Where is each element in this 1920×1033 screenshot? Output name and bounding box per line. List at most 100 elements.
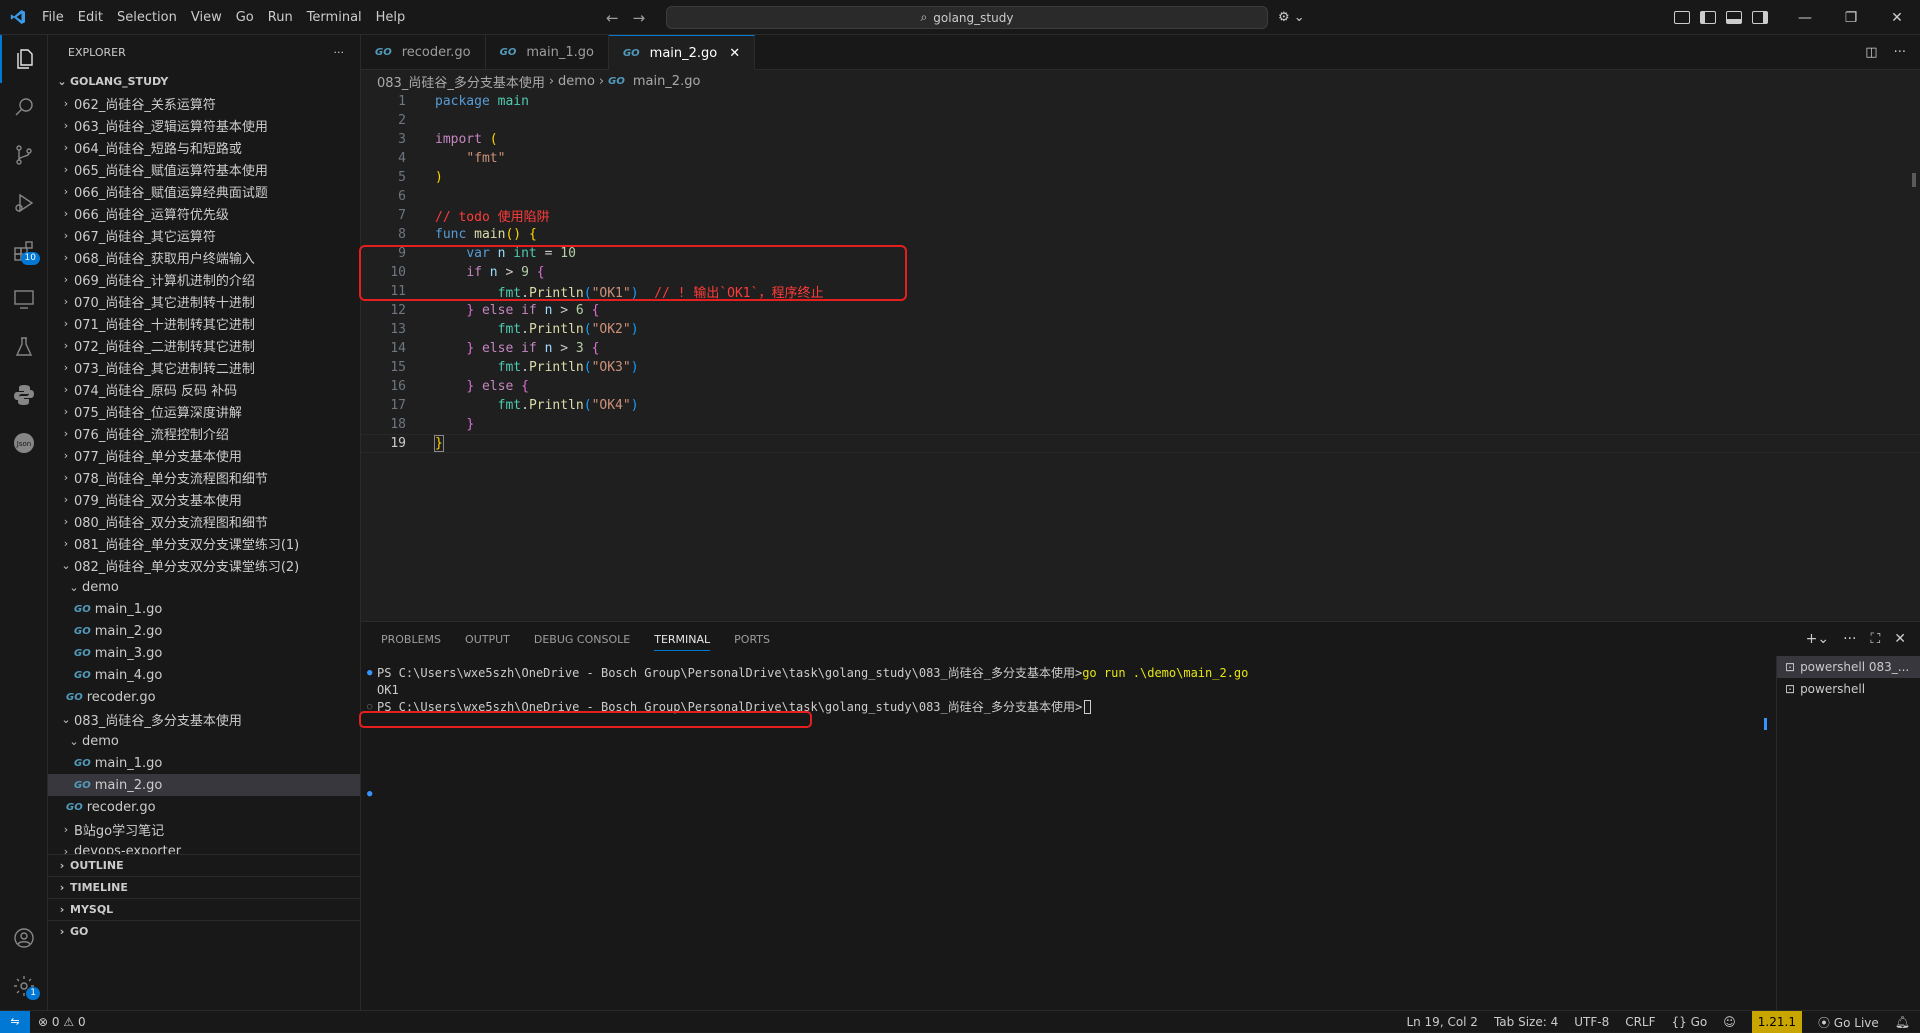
editor-more-icon[interactable]: ··· bbox=[1894, 45, 1906, 60]
search-view-icon[interactable] bbox=[0, 83, 48, 131]
notifications-bell-icon[interactable]: 🔔︎ bbox=[1895, 1015, 1910, 1029]
customize-layout-icon[interactable] bbox=[1674, 11, 1690, 24]
tree-item[interactable]: › 080_尚硅谷_双分支流程图和细节 bbox=[48, 510, 360, 532]
terminal-item-powershell-1[interactable]: ⊡ powershell 083_... bbox=[1777, 656, 1920, 678]
json-icon[interactable]: Json bbox=[0, 419, 48, 467]
tree-item[interactable]: ⌄ 082_尚硅谷_单分支双分支课堂练习(2) bbox=[48, 554, 360, 576]
accounts-icon[interactable] bbox=[0, 914, 48, 962]
panel-more-icon[interactable]: ··· bbox=[1843, 631, 1856, 647]
tab-ports[interactable]: PORTS bbox=[734, 633, 770, 646]
tree-item[interactable]: GO recoder.go bbox=[48, 796, 360, 818]
tree-item[interactable]: › 073_尚硅谷_其它进制转二进制 bbox=[48, 356, 360, 378]
toggle-primary-sidebar-icon[interactable] bbox=[1700, 11, 1716, 24]
tree-item[interactable]: › 071_尚硅谷_十进制转其它进制 bbox=[48, 312, 360, 334]
tab-recoder-go[interactable]: GO recoder.go bbox=[361, 35, 486, 70]
close-tab-icon[interactable]: ✕ bbox=[729, 46, 740, 61]
toggle-secondary-sidebar-icon[interactable] bbox=[1752, 11, 1768, 24]
menu-edit[interactable]: Edit bbox=[71, 0, 110, 35]
remote-indicator-icon[interactable]: ⇋ bbox=[0, 1010, 30, 1033]
tree-item[interactable]: › 079_尚硅谷_双分支基本使用 bbox=[48, 488, 360, 510]
command-center-search[interactable]: ⌕ golang_study bbox=[666, 6, 1268, 29]
terminal-output[interactable]: ● PS C:\Users\wxe5szh\OneDrive - Bosch Gr… bbox=[359, 664, 1771, 802]
breadcrumb-folder[interactable]: 083_尚硅谷_多分支基本使用 bbox=[377, 72, 545, 91]
tree-item[interactable]: › 062_尚硅谷_关系运算符 bbox=[48, 92, 360, 114]
copilot-icon[interactable]: ⚙ ⌄ bbox=[1278, 0, 1305, 35]
new-terminal-icon[interactable]: +⌄ bbox=[1806, 631, 1829, 647]
tree-item[interactable]: › devops-exporter bbox=[48, 840, 360, 855]
tree-item[interactable]: GO main_1.go bbox=[48, 752, 360, 774]
menu-file[interactable]: File bbox=[35, 0, 71, 35]
tree-item[interactable]: › 066_尚硅谷_赋值运算经典面试题 bbox=[48, 180, 360, 202]
tree-item[interactable]: ⌄ demo bbox=[48, 730, 360, 752]
tab-terminal[interactable]: TERMINAL bbox=[654, 633, 711, 651]
menu-selection[interactable]: Selection bbox=[110, 0, 184, 35]
tree-item[interactable]: › 074_尚硅谷_原码 反码 补码 bbox=[48, 378, 360, 400]
tree-item[interactable]: › 066_尚硅谷_运算符优先级 bbox=[48, 202, 360, 224]
run-debug-icon[interactable] bbox=[0, 179, 48, 227]
tree-item[interactable]: › 078_尚硅谷_单分支流程图和细节 bbox=[48, 466, 360, 488]
copilot-status-icon[interactable]: ☺ bbox=[1723, 1015, 1736, 1029]
explorer-icon[interactable] bbox=[0, 35, 48, 83]
tree-item[interactable]: › 081_尚硅谷_单分支双分支课堂练习(1) bbox=[48, 532, 360, 554]
extensions-icon[interactable]: 10 bbox=[0, 227, 48, 275]
section-outline[interactable]: › OUTLINE bbox=[48, 854, 360, 876]
tree-item[interactable]: GO main_4.go bbox=[48, 664, 360, 686]
menu-run[interactable]: Run bbox=[261, 0, 300, 35]
tree-item[interactable]: › B站go学习笔记 bbox=[48, 818, 360, 840]
language-mode[interactable]: {} Go bbox=[1672, 1015, 1708, 1029]
terminal-scrollbar[interactable] bbox=[1764, 718, 1767, 730]
tree-item[interactable]: › 075_尚硅谷_位运算深度讲解 bbox=[48, 400, 360, 422]
problems-status[interactable]: ⊗ 0 ⚠ 0 bbox=[38, 1015, 86, 1029]
go-live-button[interactable]: ⦿ Go Live bbox=[1818, 1014, 1879, 1031]
line-ending[interactable]: CRLF bbox=[1625, 1015, 1655, 1029]
tab-output[interactable]: OUTPUT bbox=[465, 633, 510, 646]
tree-item[interactable]: › 064_尚硅谷_短路与和短路或 bbox=[48, 136, 360, 158]
python-icon[interactable] bbox=[0, 371, 48, 419]
menu-go[interactable]: Go bbox=[229, 0, 261, 35]
tree-item[interactable]: GO main_3.go bbox=[48, 642, 360, 664]
close-window-icon[interactable]: ✕ bbox=[1874, 10, 1920, 26]
tree-item[interactable]: GO main_2.go bbox=[48, 620, 360, 642]
terminal-item-powershell-2[interactable]: ⊡ powershell bbox=[1777, 678, 1920, 700]
tree-item[interactable]: ⌄ demo bbox=[48, 576, 360, 598]
go-version[interactable]: 1.21.1 bbox=[1751, 1011, 1802, 1033]
tab-main-1-go[interactable]: GO main_1.go bbox=[486, 35, 609, 70]
breadcrumb-file[interactable]: main_2.go bbox=[633, 74, 701, 89]
manage-gear-icon[interactable]: 1 bbox=[0, 962, 48, 1010]
tree-item[interactable]: GO main_1.go bbox=[48, 598, 360, 620]
tree-item[interactable]: › 068_尚硅谷_获取用户终端输入 bbox=[48, 246, 360, 268]
tree-item[interactable]: GO main_2.go bbox=[48, 774, 360, 796]
menu-help[interactable]: Help bbox=[369, 0, 413, 35]
tree-item[interactable]: › 067_尚硅谷_其它运算符 bbox=[48, 224, 360, 246]
tree-item[interactable]: ⌄ 083_尚硅谷_多分支基本使用 bbox=[48, 708, 360, 730]
tree-item[interactable]: › 076_尚硅谷_流程控制介绍 bbox=[48, 422, 360, 444]
tab-size[interactable]: Tab Size: 4 bbox=[1494, 1015, 1558, 1029]
workspace-root[interactable]: ⌄ GOLANG_STUDY bbox=[48, 70, 360, 92]
menu-view[interactable]: View bbox=[184, 0, 229, 35]
file-encoding[interactable]: UTF-8 bbox=[1574, 1015, 1609, 1029]
close-panel-icon[interactable]: ✕ bbox=[1894, 631, 1906, 647]
breadcrumb-subfolder[interactable]: demo bbox=[558, 74, 595, 89]
tree-item[interactable]: › 065_尚硅谷_赋值运算符基本使用 bbox=[48, 158, 360, 180]
minimize-icon[interactable]: — bbox=[1782, 10, 1828, 26]
remote-explorer-icon[interactable] bbox=[0, 275, 48, 323]
tab-main-2-go[interactable]: GO main_2.go ✕ bbox=[608, 35, 756, 70]
testing-icon[interactable] bbox=[0, 323, 48, 371]
tree-item[interactable]: › 072_尚硅谷_二进制转其它进制 bbox=[48, 334, 360, 356]
section-timeline[interactable]: › TIMELINE bbox=[48, 876, 360, 898]
source-control-icon[interactable] bbox=[0, 131, 48, 179]
back-arrow-icon[interactable]: ← bbox=[606, 9, 619, 27]
section-mysql[interactable]: › MYSQL bbox=[48, 898, 360, 920]
maximize-panel-icon[interactable]: ⛶ bbox=[1870, 631, 1880, 647]
split-editor-icon[interactable]: ◫ bbox=[1865, 45, 1877, 60]
cursor-position[interactable]: Ln 19, Col 2 bbox=[1406, 1015, 1478, 1029]
tree-item[interactable]: › 077_尚硅谷_单分支基本使用 bbox=[48, 444, 360, 466]
forward-arrow-icon[interactable]: → bbox=[633, 9, 646, 27]
tree-item[interactable]: › 069_尚硅谷_计算机进制的介绍 bbox=[48, 268, 360, 290]
section-go[interactable]: › GO bbox=[48, 920, 360, 942]
menu-terminal[interactable]: Terminal bbox=[300, 0, 369, 35]
tree-item[interactable]: › 070_尚硅谷_其它进制转十进制 bbox=[48, 290, 360, 312]
toggle-panel-icon[interactable] bbox=[1726, 11, 1742, 24]
editor-scrollbar[interactable] bbox=[1912, 173, 1916, 187]
tree-item[interactable]: › 063_尚硅谷_逻辑运算符基本使用 bbox=[48, 114, 360, 136]
